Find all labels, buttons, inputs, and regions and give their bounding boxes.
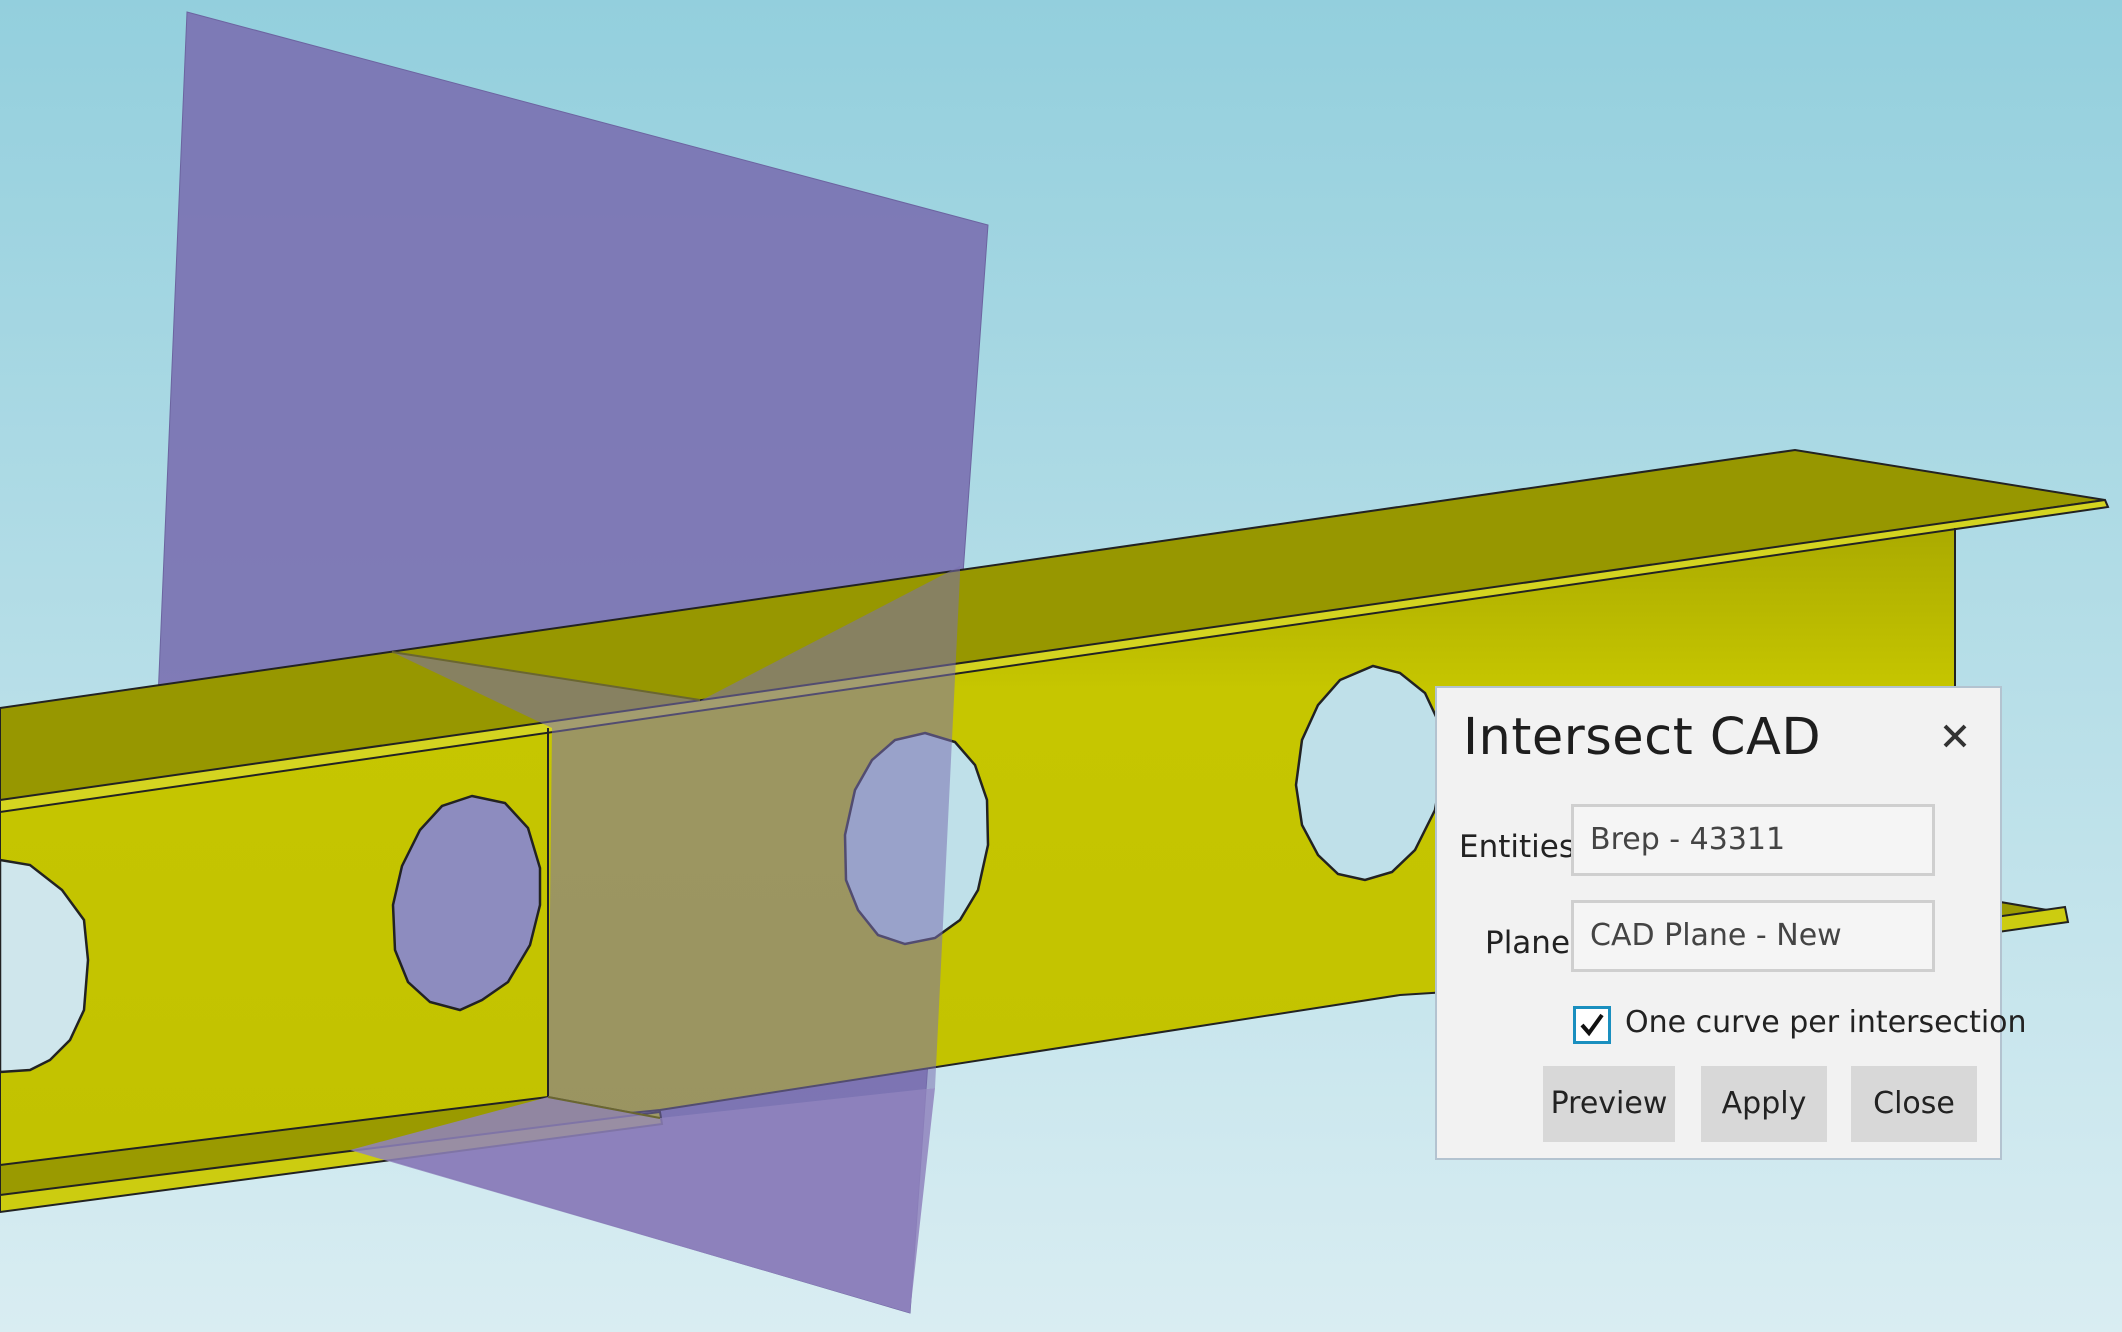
apply-button[interactable]: Apply bbox=[1701, 1066, 1827, 1142]
plane-field[interactable]: CAD Plane - New bbox=[1571, 900, 1935, 972]
one-curve-checkbox[interactable] bbox=[1573, 1006, 1611, 1044]
dialog-title: Intersect CAD bbox=[1463, 708, 1822, 767]
entities-field[interactable]: Brep - 43311 bbox=[1571, 804, 1935, 876]
checkmark-icon bbox=[1580, 1013, 1604, 1037]
one-curve-label: One curve per intersection bbox=[1625, 1005, 2027, 1040]
intersect-cad-dialog: Intersect CAD Entities Brep - 43311 Plan… bbox=[1435, 686, 2027, 1160]
close-icon[interactable] bbox=[1933, 714, 1977, 758]
entities-label: Entities bbox=[1459, 829, 1575, 865]
plane-label: Plane bbox=[1485, 925, 1571, 961]
preview-button[interactable]: Preview bbox=[1543, 1066, 1675, 1142]
close-button[interactable]: Close bbox=[1851, 1066, 1977, 1142]
